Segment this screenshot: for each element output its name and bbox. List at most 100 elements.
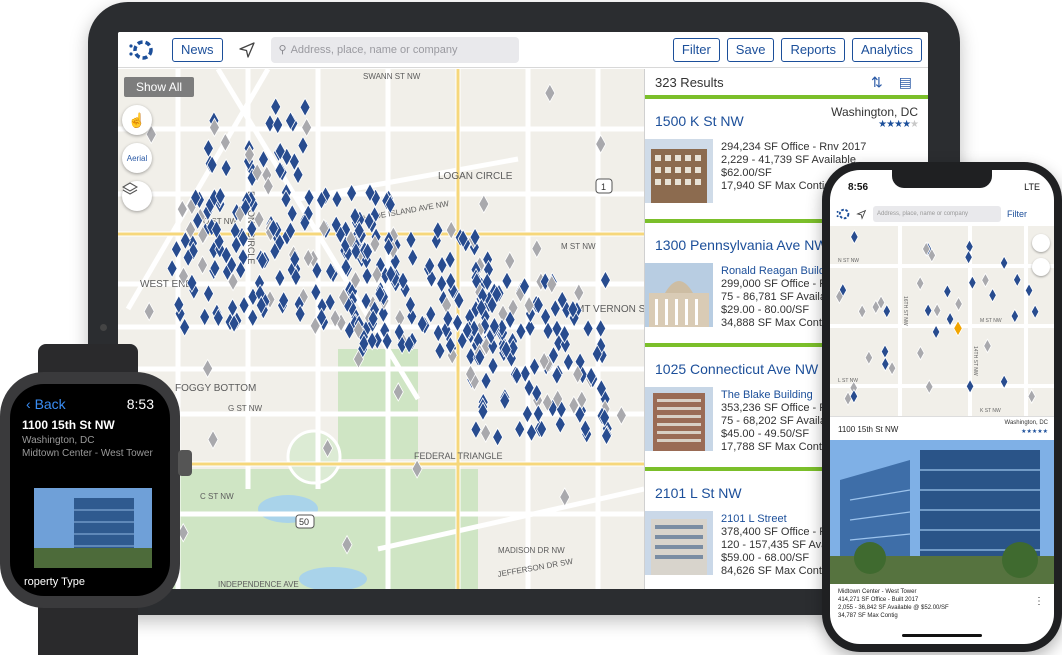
map-pin[interactable]	[270, 97, 282, 117]
map-pin[interactable]	[324, 292, 336, 313]
map-pin[interactable]	[881, 356, 890, 372]
analytics-button[interactable]: Analytics	[851, 37, 922, 62]
layers-button[interactable]	[122, 181, 152, 211]
map-pin[interactable]	[544, 83, 556, 103]
sort-icon[interactable]: ⇅	[871, 74, 883, 91]
map-pin[interactable]	[436, 273, 448, 294]
building-photo[interactable]	[645, 263, 713, 327]
map-pin[interactable]	[965, 378, 975, 394]
map-pin[interactable]	[988, 287, 997, 303]
phone-draw-button[interactable]	[1032, 234, 1050, 252]
watch-back-button[interactable]: ‹ Back	[26, 396, 66, 412]
phone-map-canvas[interactable]: N ST NW M ST NW L ST NW K ST NW 16TH ST …	[830, 226, 1054, 416]
map-pin[interactable]	[143, 301, 155, 322]
building-name[interactable]: 2101 L Street	[721, 513, 830, 526]
map-pin[interactable]	[1010, 308, 1020, 324]
map-pin[interactable]	[303, 187, 315, 208]
map-pin[interactable]	[983, 338, 992, 354]
map-pin[interactable]	[199, 307, 211, 327]
map-pin[interactable]	[945, 311, 955, 327]
phone-location-icon[interactable]	[856, 209, 867, 220]
phone-layers-button[interactable]	[1032, 258, 1050, 276]
map-pin[interactable]	[478, 194, 490, 214]
map-pin[interactable]	[521, 404, 533, 424]
map-pin[interactable]	[849, 388, 859, 404]
phone-card-address[interactable]: 1100 15th St NW	[838, 425, 898, 434]
map-pin[interactable]	[843, 390, 853, 407]
map-pin[interactable]	[220, 158, 232, 178]
location-arrow-icon[interactable]	[237, 40, 257, 60]
map-pin[interactable]	[954, 296, 963, 312]
phone-property-pins[interactable]	[835, 229, 1040, 407]
map-pin[interactable]	[915, 275, 925, 291]
building-name[interactable]: The Blake Building	[721, 389, 830, 402]
map-pin[interactable]	[202, 358, 214, 379]
phone-filter-button[interactable]: Filter	[1007, 209, 1027, 219]
map-pin[interactable]	[943, 283, 952, 299]
map-pin[interactable]	[857, 303, 867, 320]
map-pin[interactable]	[554, 414, 566, 435]
map-pin[interactable]	[953, 319, 963, 337]
map-pin[interactable]	[887, 360, 897, 376]
map-pin[interactable]	[850, 229, 859, 245]
card-title[interactable]: 2101 L St NW	[655, 485, 742, 501]
aerial-button[interactable]: Aerial	[122, 143, 152, 173]
map-pin[interactable]	[407, 247, 419, 268]
map-pin[interactable]	[529, 356, 540, 377]
map-canvas[interactable]: SWANN ST NW LOGAN CIRCLE DUPONT CIRCLE R…	[118, 69, 644, 589]
map-pin[interactable]	[882, 303, 892, 319]
map-pin[interactable]	[1030, 304, 1040, 320]
map-pin[interactable]	[880, 343, 890, 360]
phone-property-card[interactable]: 1100 15th St NW Washington, DC ★★★★★	[830, 416, 1054, 440]
app-logo-icon[interactable]	[128, 37, 154, 63]
map-pin[interactable]	[504, 251, 516, 271]
phone-search-input[interactable]: Address, place, name or company	[873, 206, 1001, 222]
map-pin[interactable]	[480, 371, 492, 391]
map-pin[interactable]	[916, 345, 925, 361]
show-all-button[interactable]: Show All	[124, 77, 195, 97]
map-pin[interactable]	[203, 283, 214, 304]
search-input[interactable]: ⚲ Address, place, name or company	[270, 36, 519, 63]
map-pin[interactable]	[981, 272, 990, 288]
map-pin[interactable]	[923, 302, 933, 319]
map-pin[interactable]	[1027, 388, 1036, 404]
map-pin[interactable]	[286, 203, 298, 224]
map-pin[interactable]	[197, 255, 208, 275]
map-pin[interactable]	[864, 350, 874, 366]
map-pin[interactable]	[470, 419, 482, 440]
map-pin[interactable]	[531, 238, 543, 259]
map-pin[interactable]	[301, 117, 313, 138]
building-photo[interactable]	[645, 139, 713, 203]
phone-map[interactable]: N ST NW M ST NW L ST NW K ST NW 16TH ST …	[830, 226, 1054, 416]
map-pin[interactable]	[207, 429, 219, 450]
property-map[interactable]: SWANN ST NW LOGAN CIRCLE DUPONT CIRCLE R…	[118, 69, 644, 589]
map-pin[interactable]	[480, 423, 492, 443]
map-pin[interactable]	[297, 135, 309, 156]
map-pin[interactable]	[1013, 272, 1022, 288]
map-pin[interactable]	[492, 427, 504, 447]
map-pin[interactable]	[487, 356, 499, 376]
card-title[interactable]: 1025 Connecticut Ave NW	[655, 361, 818, 377]
building-photo[interactable]	[645, 387, 713, 451]
map-pin[interactable]	[514, 419, 526, 440]
map-pin[interactable]	[925, 379, 934, 395]
filter-button[interactable]: Filter	[672, 37, 720, 62]
map-pin[interactable]	[932, 302, 942, 319]
phone-building-photo[interactable]	[830, 440, 1054, 584]
map-pin[interactable]	[615, 405, 627, 426]
map-pin[interactable]	[559, 487, 571, 507]
card-title[interactable]: 1300 Pennsylvania Ave NW	[655, 237, 828, 253]
map-pin[interactable]	[582, 318, 594, 339]
phone-app-logo-icon[interactable]	[836, 207, 850, 221]
news-button[interactable]: News	[172, 37, 223, 62]
map-pin[interactable]	[501, 271, 513, 291]
map-pin[interactable]	[299, 97, 311, 118]
building-photo[interactable]	[645, 511, 713, 575]
save-button[interactable]: Save	[726, 37, 775, 62]
more-options-icon[interactable]: ⋮	[1034, 596, 1044, 607]
map-pin[interactable]	[434, 341, 446, 361]
card-title[interactable]: 1500 K St NW	[655, 113, 744, 129]
reports-button[interactable]: Reports	[781, 37, 845, 62]
draw-tool-button[interactable]: ☝	[122, 105, 152, 135]
map-pin[interactable]	[202, 138, 214, 159]
